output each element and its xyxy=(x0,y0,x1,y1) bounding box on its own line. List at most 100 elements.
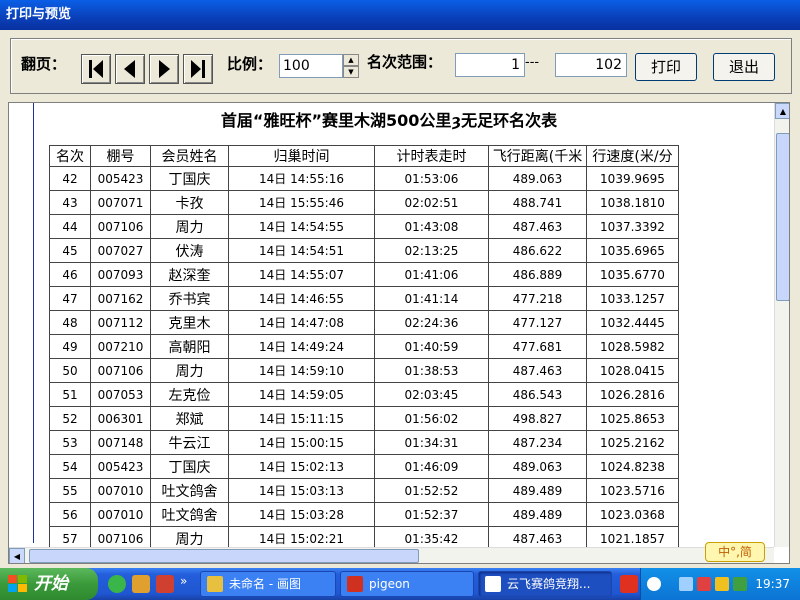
table-cell: 01:34:31 xyxy=(374,430,489,455)
table-cell: 487.463 xyxy=(488,214,587,239)
antivirus-icon[interactable] xyxy=(697,577,711,591)
table-cell: 01:40:59 xyxy=(374,334,489,359)
spin-up-icon[interactable]: ▲ xyxy=(343,54,359,66)
scroll-up-icon[interactable]: ▲ xyxy=(775,103,789,119)
table-cell: 45 xyxy=(49,238,91,263)
table-cell: 14日 14:47:08 xyxy=(228,310,375,335)
table-cell: 489.489 xyxy=(488,502,587,527)
print-button[interactable]: 打印 xyxy=(635,53,697,81)
table-cell: 1033.1257 xyxy=(586,286,679,311)
task-paint[interactable]: 未命名 - 画图 xyxy=(200,571,336,597)
ie-icon[interactable] xyxy=(108,575,126,593)
vertical-scrollbar[interactable]: ▲ xyxy=(774,103,789,547)
clock: 19:37 xyxy=(755,577,790,591)
prev-page-button[interactable] xyxy=(115,54,145,84)
horizontal-scrollbar[interactable]: ◀ xyxy=(9,547,774,563)
task-label: 未命名 - 画图 xyxy=(229,577,301,591)
first-page-icon xyxy=(89,60,103,78)
table-cell: 52 xyxy=(49,406,91,431)
table-cell: 克里木 xyxy=(150,310,229,335)
table-cell: 55 xyxy=(49,478,91,503)
column-header: 计时表走时 xyxy=(374,145,489,167)
ime-indicator[interactable]: 中°,简 xyxy=(705,542,765,562)
table-cell: 1038.1810 xyxy=(586,190,679,215)
table-cell: 498.827 xyxy=(488,406,587,431)
last-page-button[interactable] xyxy=(183,54,213,84)
table-cell: 007148 xyxy=(90,430,151,455)
table-cell: 周力 xyxy=(150,358,229,383)
table-cell: 高朝阳 xyxy=(150,334,229,359)
table-row: 51 007053 左克俭 14日 14:59:05 02:03:45 486.543 10… xyxy=(49,382,679,407)
table-cell: 14日 14:46:55 xyxy=(228,286,375,311)
scale-spinner[interactable]: ▲ ▼ xyxy=(343,54,359,78)
exit-button[interactable]: 退出 xyxy=(713,53,775,81)
scale-label: 比例： xyxy=(227,55,273,73)
vertical-scroll-thumb[interactable] xyxy=(776,133,789,301)
table-cell: 488.741 xyxy=(488,190,587,215)
table-cell: 1024.8238 xyxy=(586,454,679,479)
start-button[interactable]: 开始 xyxy=(0,568,98,600)
network-icon[interactable] xyxy=(679,577,693,591)
scroll-left-icon[interactable]: ◀ xyxy=(9,548,25,563)
next-page-button[interactable] xyxy=(149,54,179,84)
quicklaunch-app-icon[interactable] xyxy=(156,575,174,593)
table-cell: 007093 xyxy=(90,262,151,287)
first-page-button[interactable] xyxy=(81,54,111,84)
table-cell: 42 xyxy=(49,166,91,191)
table-cell: 50 xyxy=(49,358,91,383)
table-cell: 56 xyxy=(49,502,91,527)
spin-down-icon[interactable]: ▼ xyxy=(343,66,359,78)
horizontal-scroll-thumb[interactable] xyxy=(29,549,419,563)
table-cell: 007010 xyxy=(90,502,151,527)
windows-flag-icon xyxy=(8,575,27,592)
table-cell: 丁国庆 xyxy=(150,454,229,479)
table-cell: 54 xyxy=(49,454,91,479)
table-row: 42 005423 丁国庆 14日 14:55:16 01:53:06 489.063 10… xyxy=(49,166,679,191)
table-cell: 01:52:52 xyxy=(374,478,489,503)
table-cell: 01:46:09 xyxy=(374,454,489,479)
window-title: 打印与预览 xyxy=(6,7,72,22)
next-page-icon xyxy=(159,60,170,78)
table-cell: 44 xyxy=(49,214,91,239)
table-cell: 477.681 xyxy=(488,334,587,359)
taskbar: 开始 » 未命名 - 画图 pigeon 云飞赛鸽竞翔... 19:37 xyxy=(0,568,800,600)
table-cell: 14日 15:55:46 xyxy=(228,190,375,215)
column-header: 棚号 xyxy=(90,145,151,167)
table-cell: 1025.8653 xyxy=(586,406,679,431)
range-to-input[interactable]: 102 xyxy=(555,53,627,77)
table-cell: 14日 14:59:05 xyxy=(228,382,375,407)
table-cell: 卡孜 xyxy=(150,190,229,215)
table-cell: 1037.3392 xyxy=(586,214,679,239)
task-race-software[interactable]: 云飞赛鸽竞翔... xyxy=(478,571,612,597)
table-cell: 1032.4445 xyxy=(586,310,679,335)
table-header-row: 名次 棚号 会员姓名 归巢时间 计时表走时 飞行距离(千米 行速度(米/分 xyxy=(49,145,679,167)
column-header: 归巢时间 xyxy=(228,145,375,167)
table-row: 54 005423 丁国庆 14日 15:02:13 01:46:09 489.063 10… xyxy=(49,454,679,479)
table-cell: 007106 xyxy=(90,358,151,383)
sogou-icon[interactable] xyxy=(620,575,638,593)
table-row: 53 007148 牛云江 14日 15:00:15 01:34:31 487.234 10… xyxy=(49,430,679,455)
table-row: 55 007010 吐文鸽舍 14日 15:03:13 01:52:52 489.489 1… xyxy=(49,478,679,503)
table-cell: 1023.5716 xyxy=(586,478,679,503)
table-cell: 14日 14:55:16 xyxy=(228,166,375,191)
table-cell: 1028.0415 xyxy=(586,358,679,383)
table-cell: 14日 14:54:55 xyxy=(228,214,375,239)
page-label: 翻页： xyxy=(21,55,67,73)
quicklaunch-expander-icon[interactable]: » xyxy=(180,574,187,588)
range-from-input[interactable]: 1 xyxy=(455,53,525,77)
tray-collapse-icon[interactable] xyxy=(647,577,661,591)
paint-icon xyxy=(207,576,223,592)
table-cell: 1035.6965 xyxy=(586,238,679,263)
table-cell: 周力 xyxy=(150,214,229,239)
window-titlebar[interactable]: 打印与预览 xyxy=(0,0,800,30)
table-cell: 02:02:51 xyxy=(374,190,489,215)
table-cell: 46 xyxy=(49,262,91,287)
tray-app-icon[interactable] xyxy=(733,577,747,591)
task-pigeon[interactable]: pigeon xyxy=(340,571,474,597)
table-cell: 01:38:53 xyxy=(374,358,489,383)
table-cell: 14日 15:02:13 xyxy=(228,454,375,479)
scale-input[interactable]: 100 xyxy=(279,54,343,78)
table-cell: 1028.5982 xyxy=(586,334,679,359)
media-player-icon[interactable] xyxy=(132,575,150,593)
security-shield-icon[interactable] xyxy=(715,577,729,591)
